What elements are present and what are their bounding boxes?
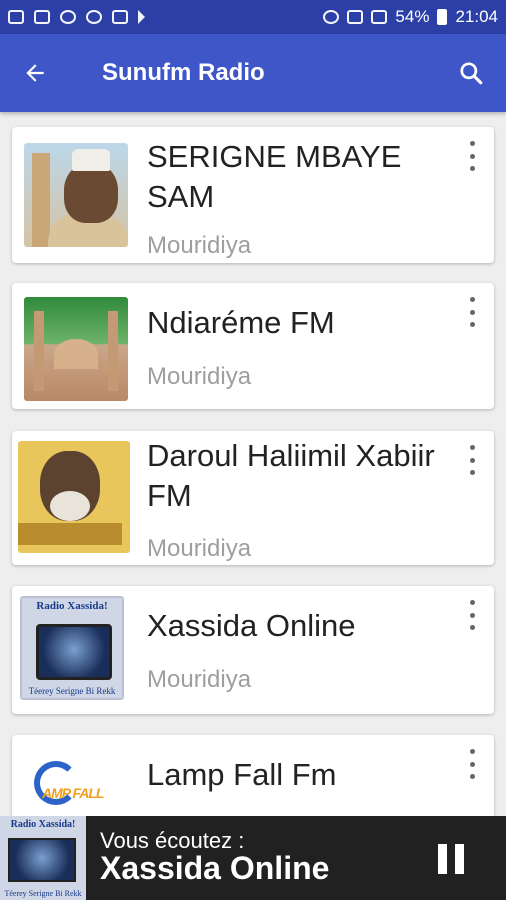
logo-text: Radio Xassida! bbox=[10, 819, 76, 830]
station-thumbnail bbox=[24, 297, 128, 401]
station-category: Mouridiya bbox=[147, 232, 252, 259]
more-vert-icon bbox=[469, 445, 475, 450]
station-name: Lamp Fall Fm bbox=[147, 757, 337, 792]
logo-text: Téerey Serigne Bi Rekk bbox=[28, 686, 116, 696]
back-button[interactable] bbox=[0, 34, 70, 112]
app-bar: Sunufm Radio bbox=[0, 34, 506, 112]
more-vert-icon bbox=[469, 141, 475, 146]
station-thumbnail: Radio Xassida! Téerey Serigne Bi Rekk bbox=[20, 596, 124, 700]
alarm-icon bbox=[323, 10, 340, 24]
battery-percent: 54% bbox=[395, 7, 430, 26]
station-name: Daroul Haliimil Xabiir FM bbox=[147, 438, 435, 513]
status-notifications bbox=[8, 10, 145, 24]
page-title: Sunufm Radio bbox=[102, 59, 265, 86]
search-button[interactable] bbox=[436, 34, 506, 112]
now-playing-thumbnail: Radio Xassida! Téerey Serigne Bi Rekk bbox=[0, 816, 86, 900]
status-bar: 54% 21:04 bbox=[0, 0, 506, 34]
station-category: Mouridiya bbox=[147, 363, 252, 390]
more-options-button[interactable] bbox=[462, 600, 482, 630]
browser-icon bbox=[86, 10, 102, 24]
status-system: 54% 21:04 bbox=[323, 7, 498, 27]
logo-text: Téerey Serigne Bi Rekk bbox=[4, 889, 82, 898]
station-thumbnail bbox=[24, 143, 128, 247]
station-card[interactable]: Daroul Haliimil Xabiir FM Mouridiya bbox=[12, 431, 494, 565]
clock: 21:04 bbox=[455, 7, 498, 26]
now-playing-station: Xassida Online bbox=[100, 850, 330, 886]
station-name: Ndiaréme FM bbox=[147, 305, 335, 340]
notification-icon bbox=[34, 10, 50, 24]
message-icon bbox=[112, 10, 128, 24]
station-name: Xassida Online bbox=[147, 608, 356, 643]
notification-icon bbox=[8, 10, 24, 24]
station-category: Mouridiya bbox=[147, 535, 252, 562]
station-category: Mouridiya bbox=[147, 666, 252, 693]
station-card[interactable]: Ndiaréme FM Mouridiya bbox=[12, 283, 494, 409]
station-thumbnail: AMP FALL bbox=[20, 749, 124, 816]
station-list: SERIGNE MBAYE SAM Mouridiya Ndiaréme FM … bbox=[0, 112, 506, 816]
wifi-icon bbox=[347, 10, 364, 24]
logo-text: Radio Xassida! bbox=[36, 600, 108, 612]
play-store-icon bbox=[138, 10, 145, 24]
more-options-button[interactable] bbox=[462, 749, 482, 779]
station-thumbnail bbox=[18, 441, 130, 553]
logo-text: AMP FALL bbox=[42, 785, 104, 801]
battery-icon bbox=[437, 9, 448, 25]
music-icon bbox=[60, 10, 76, 24]
pause-icon bbox=[438, 844, 447, 874]
more-vert-icon bbox=[469, 297, 475, 302]
more-vert-icon bbox=[469, 600, 475, 605]
more-vert-icon bbox=[469, 749, 475, 754]
more-options-button[interactable] bbox=[462, 445, 482, 475]
station-card[interactable]: SERIGNE MBAYE SAM Mouridiya bbox=[12, 127, 494, 263]
signal-icon bbox=[371, 10, 388, 24]
station-card[interactable]: Radio Xassida! Téerey Serigne Bi Rekk Xa… bbox=[12, 586, 494, 714]
arrow-left-icon bbox=[26, 64, 44, 82]
more-options-button[interactable] bbox=[462, 141, 482, 171]
search-icon bbox=[460, 62, 483, 85]
now-playing-bar[interactable]: Radio Xassida! Téerey Serigne Bi Rekk Vo… bbox=[0, 816, 506, 900]
pause-button[interactable] bbox=[436, 844, 466, 874]
station-name: SERIGNE MBAYE SAM bbox=[147, 139, 402, 214]
station-card[interactable]: AMP FALL Lamp Fall Fm bbox=[12, 735, 494, 816]
more-options-button[interactable] bbox=[462, 297, 482, 327]
